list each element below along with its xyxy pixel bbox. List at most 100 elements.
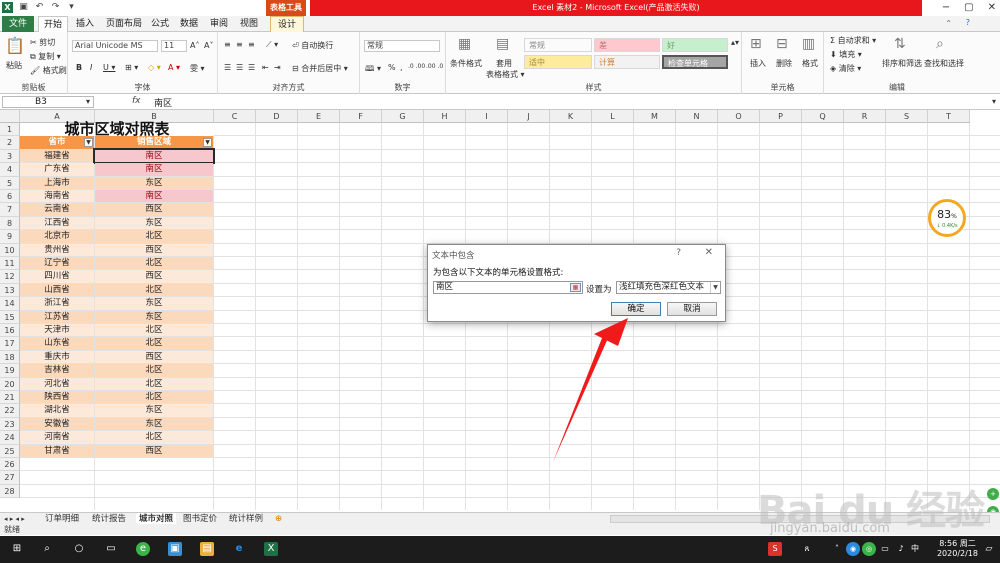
insert-cells-button[interactable]: 插入 [750,58,766,69]
phonetic-button[interactable]: 雯 ▾ [190,63,205,74]
province-cell[interactable]: 河北省 [20,377,94,390]
cancel-button[interactable]: 取消 [667,302,717,316]
row-header[interactable]: 21 [0,391,20,405]
style-check-cell[interactable]: 检查单元格 [662,55,728,69]
file-explorer-icon[interactable]: ▤ [200,542,214,556]
column-header[interactable]: J [508,110,550,123]
column-header[interactable]: S [886,110,928,123]
tab-page-layout[interactable]: 页面布局 [103,16,145,32]
conditional-format-button[interactable]: 条件格式 [450,58,482,69]
column-header[interactable]: K [550,110,592,123]
column-header[interactable]: N [676,110,718,123]
region-cell[interactable]: 东区 [95,310,213,323]
province-cell[interactable]: 北京市 [20,230,94,243]
people-icon[interactable]: ጸ [800,542,814,556]
table-header-cell[interactable]: 省市 ▼ [20,136,94,149]
region-cell[interactable]: 北区 [95,391,213,404]
binoculars-icon[interactable]: ⌕ [936,36,944,52]
row-header[interactable]: 18 [0,350,20,365]
column-header[interactable]: I [466,110,508,123]
task-view-icon[interactable]: ▭ [104,542,118,556]
minimize-button[interactable]: − [942,2,950,13]
media-icon[interactable]: ▣ [168,542,182,556]
column-header[interactable]: H [424,110,466,123]
wrap-text-button[interactable]: ⏎ 自动换行 [292,40,333,51]
province-cell[interactable]: 贵州省 [20,243,94,256]
dialog-close-button[interactable]: ✕ [705,247,713,258]
align-right-icon[interactable]: ☰ [248,63,255,72]
region-cell[interactable]: 西区 [95,350,213,364]
cortana-icon[interactable]: ○ [72,542,86,556]
sort-filter-icon[interactable]: ⇅ [894,36,906,52]
text-contains-input[interactable]: 南区 ▦ [433,281,583,294]
row-header[interactable]: 6 [0,190,20,204]
find-select-button[interactable]: 查找和选择 [924,58,964,69]
tab-design[interactable]: 设计 [270,16,304,32]
save-icon[interactable]: ▣ [18,2,29,13]
column-header[interactable]: E [298,110,340,123]
range-collapse-icon[interactable]: ▦ [570,283,581,292]
region-cell[interactable]: 南区 [93,147,215,165]
province-cell[interactable]: 广东省 [20,163,94,176]
dialog-help-button[interactable]: ? [676,248,681,258]
paste-button[interactable]: 粘贴 [6,60,22,71]
border-button[interactable]: ⊞ ▾ [125,63,138,72]
table-header-cell[interactable]: 销售区域 ▼ [95,136,213,149]
sort-filter-button[interactable]: 排序和筛选 [882,58,922,69]
region-cell[interactable]: 东区 [95,297,213,310]
region-cell[interactable]: 北区 [95,230,213,243]
province-cell[interactable]: 河南省 [20,431,94,444]
region-cell[interactable]: 东区 [95,176,213,189]
search-icon[interactable]: ⌕ [40,542,54,556]
ribbon-collapse-icon[interactable]: ⌃ [945,19,952,28]
province-cell[interactable]: 浙江省 [20,297,94,310]
tray-up-icon[interactable]: ˄ [830,542,844,556]
province-cell[interactable]: 安徽省 [20,417,94,431]
row-header[interactable]: 10 [0,243,20,257]
province-cell[interactable]: 辽宁省 [20,257,94,270]
region-cell[interactable]: 西区 [95,444,213,457]
row-header[interactable]: 16 [0,324,20,338]
row-header[interactable]: 12 [0,270,20,284]
formula-input[interactable]: 南区 [154,96,172,109]
align-top-icon[interactable]: ≡ [224,40,231,49]
column-header[interactable]: L [592,110,634,123]
row-header[interactable]: 15 [0,310,20,324]
row-header[interactable]: 5 [0,176,20,190]
decrease-decimal-button[interactable]: .00 .0 [426,63,443,70]
region-cell[interactable]: 北区 [95,377,213,390]
row-header[interactable]: 17 [0,337,20,351]
province-cell[interactable]: 江西省 [20,216,94,230]
province-cell[interactable]: 四川省 [20,270,94,283]
style-calculation[interactable]: 计算 [594,55,660,69]
align-center-icon[interactable]: ☰ [236,63,243,72]
row-header[interactable]: 23 [0,417,20,432]
align-bottom-icon[interactable]: ≡ [248,40,255,49]
region-cell[interactable]: 北区 [95,257,213,270]
format-cells-button[interactable]: 格式 [802,58,818,69]
column-header[interactable]: M [634,110,676,123]
region-cell[interactable]: 北区 [95,364,213,377]
browser-icon[interactable]: e [136,542,150,556]
tray-app-icon[interactable]: ◉ [846,542,860,556]
province-cell[interactable]: 福建省 [20,149,94,163]
row-header[interactable]: 9 [0,230,20,244]
currency-button[interactable]: 🕮 ▾ [365,63,381,77]
column-header[interactable]: Q [802,110,844,123]
format-as-table-button[interactable]: 套用 [496,58,512,69]
volume-icon[interactable]: ♪ [894,542,908,556]
insert-cells-icon[interactable]: ⊞ [750,36,762,52]
tab-review[interactable]: 审阅 [207,16,231,32]
province-cell[interactable]: 湖北省 [20,404,94,417]
row-header[interactable]: 19 [0,364,20,378]
column-header[interactable]: T [928,110,970,123]
paste-icon[interactable]: 📋 [5,36,25,55]
align-left-icon[interactable]: ☰ [224,63,231,72]
decrease-indent-icon[interactable]: ⇤ [262,63,269,72]
network-speed-widget[interactable]: 83% ↓ 0.4K/s [928,199,966,237]
style-neutral[interactable]: 适中 [524,55,592,69]
province-cell[interactable]: 云南省 [20,203,94,216]
row-header[interactable]: 8 [0,216,20,231]
network-icon[interactable]: ▭ [878,542,892,556]
row-header[interactable]: 4 [0,163,20,177]
